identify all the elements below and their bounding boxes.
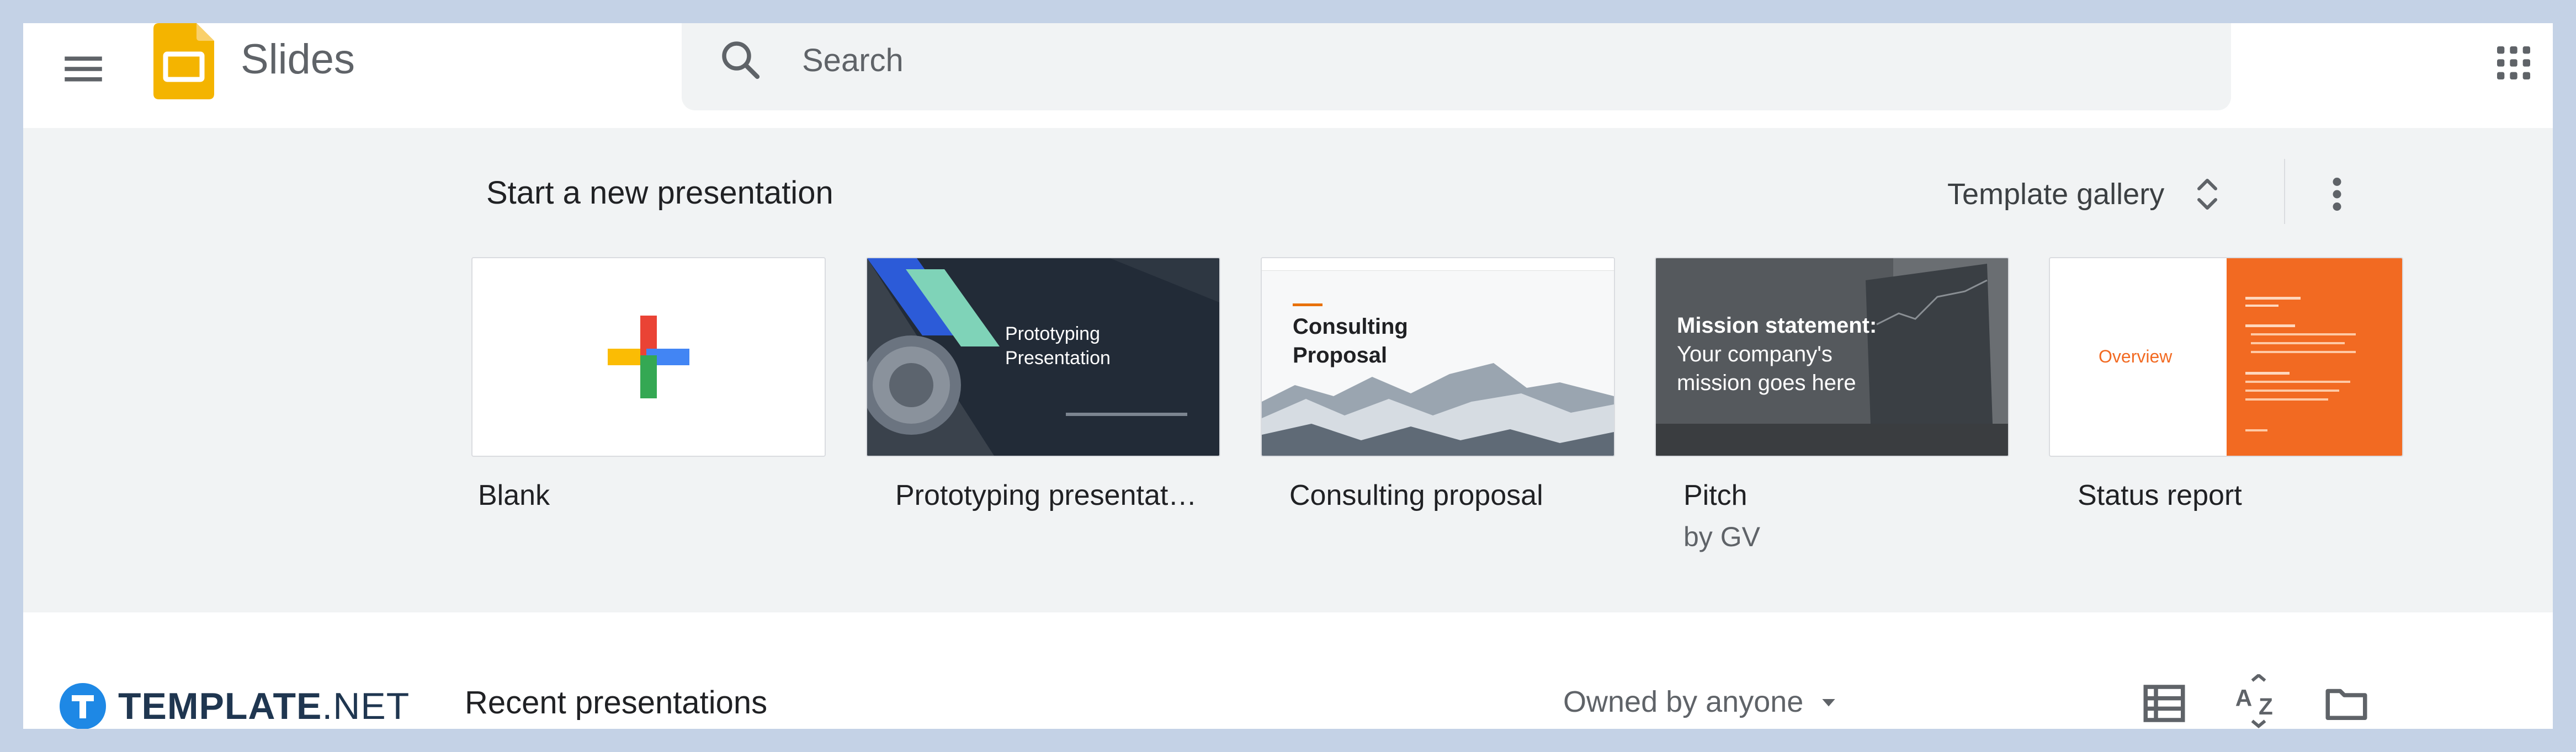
template-card-pitch[interactable]: Mission statement: Your company's missio… — [1655, 257, 2009, 457]
unfold-more-icon — [2197, 179, 2218, 210]
template-gallery-button[interactable]: Template gallery — [1947, 172, 2224, 216]
owner-filter-label: Owned by anyone — [1563, 685, 1804, 718]
template-sublabel-pitch: by GV — [1683, 521, 1760, 552]
folder-icon[interactable] — [2322, 679, 2371, 728]
template-net-logo-icon — [60, 683, 106, 729]
thumb-orange-panel — [2227, 258, 2402, 456]
more-options-icon[interactable] — [2320, 172, 2354, 216]
thumb-title-line-1: Prototyping — [1005, 323, 1100, 344]
search-bar[interactable] — [682, 23, 2231, 110]
list-view-icon[interactable] — [2139, 679, 2189, 728]
owner-filter-dropdown[interactable]: Owned by anyone — [1563, 680, 1840, 724]
hamburger-menu-icon[interactable] — [59, 44, 108, 94]
recent-presentations-heading: Recent presentations — [465, 685, 768, 721]
thumb-title-line-2: Your company's — [1677, 342, 1833, 366]
template-label-blank: Blank — [478, 479, 550, 511]
svg-text:A: A — [2235, 685, 2253, 711]
template-card-prototyping[interactable]: Prototyping Presentation — [866, 257, 1220, 457]
template-label-pitch: Pitch — [1683, 479, 1748, 511]
thumb-title-line-3: mission goes here — [1677, 371, 1856, 395]
plus-icon — [608, 316, 689, 398]
thumb-title-line-1: Mission statement: — [1677, 313, 1877, 338]
template-net-watermark: TEMPLATE.NET — [57, 679, 410, 729]
brand-name-light: .NET — [322, 685, 410, 727]
template-label-status-report: Status report — [2078, 479, 2242, 511]
thumb-caption-line — [1066, 413, 1187, 416]
app-name: Slides — [241, 36, 355, 83]
svg-text:Z: Z — [2259, 694, 2273, 719]
search-input[interactable] — [801, 38, 2183, 83]
template-gallery-label: Template gallery — [1947, 178, 2165, 211]
toolbar-divider — [2284, 159, 2285, 224]
recent-presentations-bar: TEMPLATE.NET Recent presentations Owned … — [23, 612, 2553, 729]
template-label-prototyping: Prototyping presentat… — [895, 479, 1197, 511]
brand-name-strong: TEMPLATE — [118, 685, 322, 727]
top-bar: Slides — [23, 23, 2553, 128]
new-presentation-heading: Start a new presentation — [486, 175, 833, 211]
thumb-title: Overview — [2099, 346, 2173, 366]
google-apps-grid-icon[interactable] — [2492, 41, 2536, 85]
dropdown-caret-icon — [1822, 699, 1835, 707]
search-icon[interactable] — [716, 35, 766, 85]
template-label-consulting: Consulting proposal — [1289, 479, 1543, 511]
google-slides-logo[interactable] — [153, 23, 214, 99]
thumb-title-line-2: Presentation — [1005, 348, 1111, 369]
sort-az-icon[interactable]: A Z — [2231, 674, 2286, 729]
app-window: Slides Start a new presentation Template… — [23, 23, 2553, 729]
mountain-illustration — [1262, 363, 1614, 456]
template-card-consulting[interactable]: Consulting Proposal — [1261, 257, 1615, 457]
template-card-blank[interactable] — [471, 257, 826, 457]
template-card-status-report[interactable]: Overview — [2049, 257, 2403, 457]
